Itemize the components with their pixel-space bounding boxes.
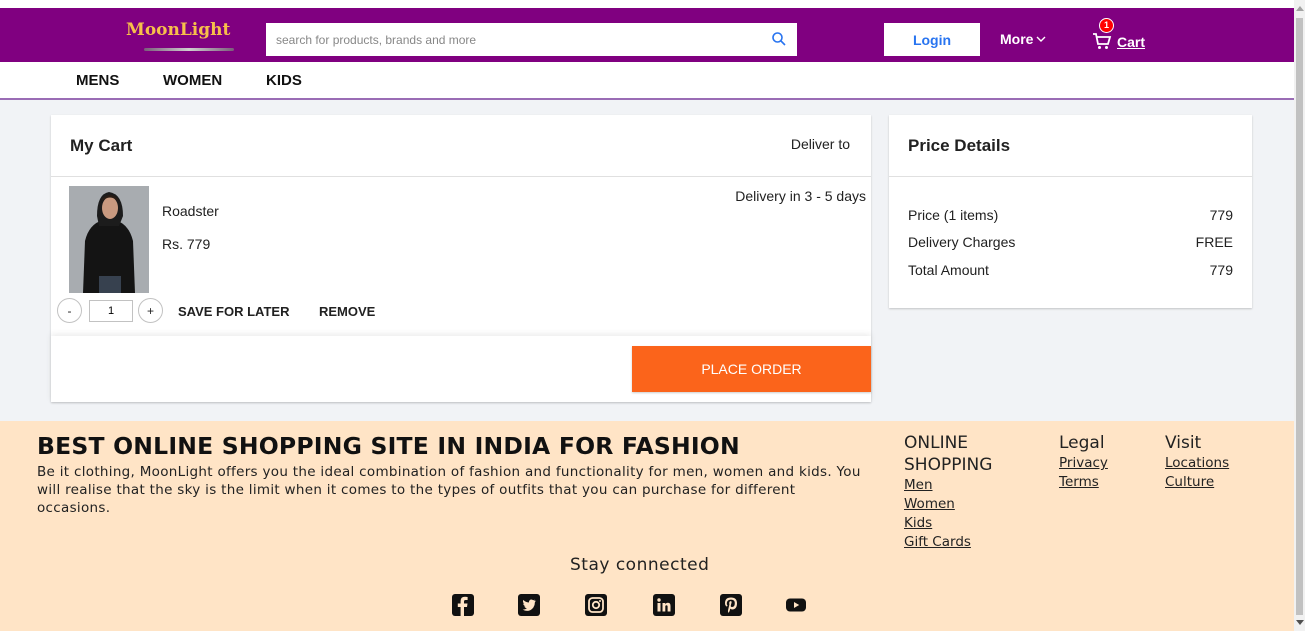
product-image[interactable] (69, 186, 149, 293)
deliver-to[interactable]: Deliver to (791, 136, 850, 152)
footer-link-terms[interactable]: Terms (1059, 473, 1108, 492)
product-brand[interactable]: Roadster (162, 203, 219, 219)
quantity-decrement-button[interactable]: - (57, 298, 82, 323)
category-nav: MENS WOMEN KIDS (0, 62, 1294, 100)
footer-description: Be it clothing, MoonLight offers you the… (37, 464, 861, 516)
delivery-charges-value: FREE (1195, 234, 1233, 250)
footer-link-privacy[interactable]: Privacy (1059, 454, 1108, 473)
delivery-charges-row: Delivery Charges FREE (908, 234, 1233, 250)
delivery-charges-label: Delivery Charges (908, 234, 1016, 250)
delivery-estimate: Delivery in 3 - 5 days (735, 188, 866, 204)
cart-title: My Cart (70, 136, 133, 155)
search-input[interactable] (266, 23, 756, 56)
search-icon[interactable] (771, 31, 787, 47)
quantity-input[interactable] (89, 300, 133, 322)
footer-column-heading: ONLINE SHOPPING (904, 433, 993, 475)
price-details-title: Price Details (908, 136, 1011, 155)
footer-column-online-shopping: ONLINE SHOPPING Men Women Kids Gift Card… (904, 432, 1024, 552)
instagram-icon[interactable] (585, 594, 607, 616)
cart-footer: PLACE ORDER (51, 336, 871, 402)
cart-label: Cart (1117, 34, 1146, 50)
pinterest-icon[interactable] (720, 594, 742, 616)
stay-connected-heading: Stay connected (570, 555, 710, 575)
footer-column-heading: Visit (1165, 433, 1202, 453)
category-kids[interactable]: KIDS (266, 72, 302, 89)
divider (889, 176, 1252, 177)
more-label: More (1000, 31, 1034, 47)
price-row-value: 779 (1209, 207, 1233, 223)
footer-link-gift-cards[interactable]: Gift Cards (904, 533, 1024, 552)
price-row-label: Price (1 items) (908, 207, 999, 223)
total-amount-row: Total Amount 779 (908, 262, 1233, 278)
save-for-later-button[interactable]: SAVE FOR LATER (178, 304, 289, 319)
scroll-up-arrow-icon[interactable] (1296, 6, 1304, 11)
facebook-icon[interactable] (452, 594, 474, 616)
footer-column-heading: Legal (1059, 433, 1105, 453)
category-mens[interactable]: MENS (76, 72, 119, 89)
page-scrollbar[interactable] (1294, 0, 1305, 631)
footer-link-men[interactable]: Men (904, 476, 1024, 495)
footer-link-kids[interactable]: Kids (904, 514, 1024, 533)
scroll-down-arrow-icon[interactable] (1296, 620, 1304, 625)
logo[interactable]: MoonLight (126, 20, 230, 40)
total-amount-label: Total Amount (908, 262, 989, 278)
footer-link-locations[interactable]: Locations (1165, 454, 1229, 473)
cart-icon (1093, 33, 1112, 49)
quantity-increment-button[interactable]: + (138, 298, 163, 323)
login-button[interactable]: Login (884, 23, 980, 56)
more-menu[interactable]: More (1000, 31, 1046, 47)
price-details-card: Price Details Price (1 items) 779 Delive… (889, 115, 1252, 308)
search-box (266, 23, 797, 56)
remove-button[interactable]: REMOVE (319, 304, 375, 319)
linkedin-icon[interactable] (653, 594, 675, 616)
cart-count-badge: 1 (1099, 18, 1114, 33)
logo-underline (144, 48, 234, 51)
footer-link-women[interactable]: Women (904, 495, 1024, 514)
footer-title: BEST ONLINE SHOPPING SITE IN INDIA FOR F… (37, 432, 740, 460)
category-women[interactable]: WOMEN (163, 72, 222, 89)
price-row: Price (1 items) 779 (908, 207, 1233, 223)
footer-link-culture[interactable]: Culture (1165, 473, 1229, 492)
place-order-button[interactable]: PLACE ORDER (632, 346, 871, 392)
product-price: Rs. 779 (162, 236, 211, 252)
twitter-icon[interactable] (518, 594, 540, 616)
divider (51, 176, 871, 177)
footer-column-legal: Legal Privacy Terms (1059, 432, 1108, 492)
scrollbar-thumb[interactable] (1296, 18, 1303, 615)
youtube-icon[interactable] (785, 594, 807, 616)
total-amount-value: 779 (1209, 262, 1233, 278)
cart-card: My Cart Deliver to Roadster Rs. 779 Deli… (51, 115, 871, 402)
chevron-down-icon (1036, 36, 1046, 42)
site-footer: BEST ONLINE SHOPPING SITE IN INDIA FOR F… (0, 421, 1294, 631)
footer-column-visit: Visit Locations Culture (1165, 432, 1229, 492)
top-header: MoonLight Login More 1 Cart (0, 0, 1294, 62)
